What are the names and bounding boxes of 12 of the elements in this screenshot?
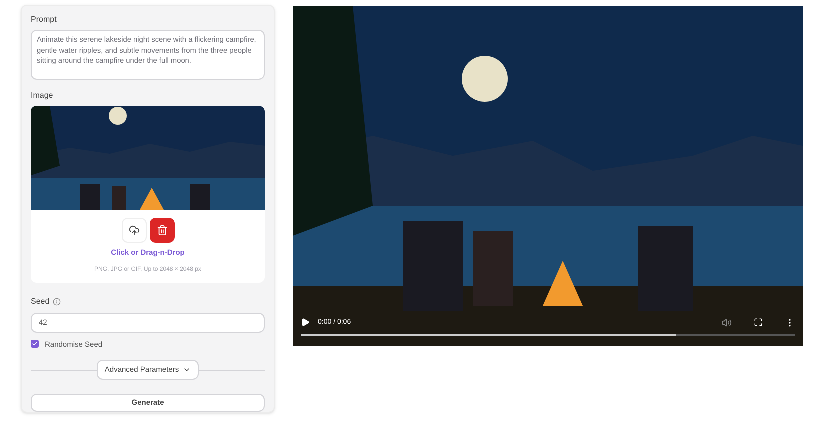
upload-button[interactable]	[122, 218, 146, 243]
delete-button[interactable]	[150, 218, 174, 243]
volume-icon[interactable]	[722, 318, 732, 328]
play-icon[interactable]	[301, 318, 310, 328]
seed-label: Seed	[31, 296, 50, 308]
info-icon[interactable]	[52, 298, 61, 306]
image-label: Image	[31, 90, 54, 102]
prompt-label: Prompt	[31, 14, 58, 26]
randomise-checkbox[interactable]	[31, 340, 39, 348]
trash-icon	[156, 224, 168, 236]
upload-icon	[128, 224, 140, 236]
fullscreen-icon[interactable]	[754, 318, 763, 328]
